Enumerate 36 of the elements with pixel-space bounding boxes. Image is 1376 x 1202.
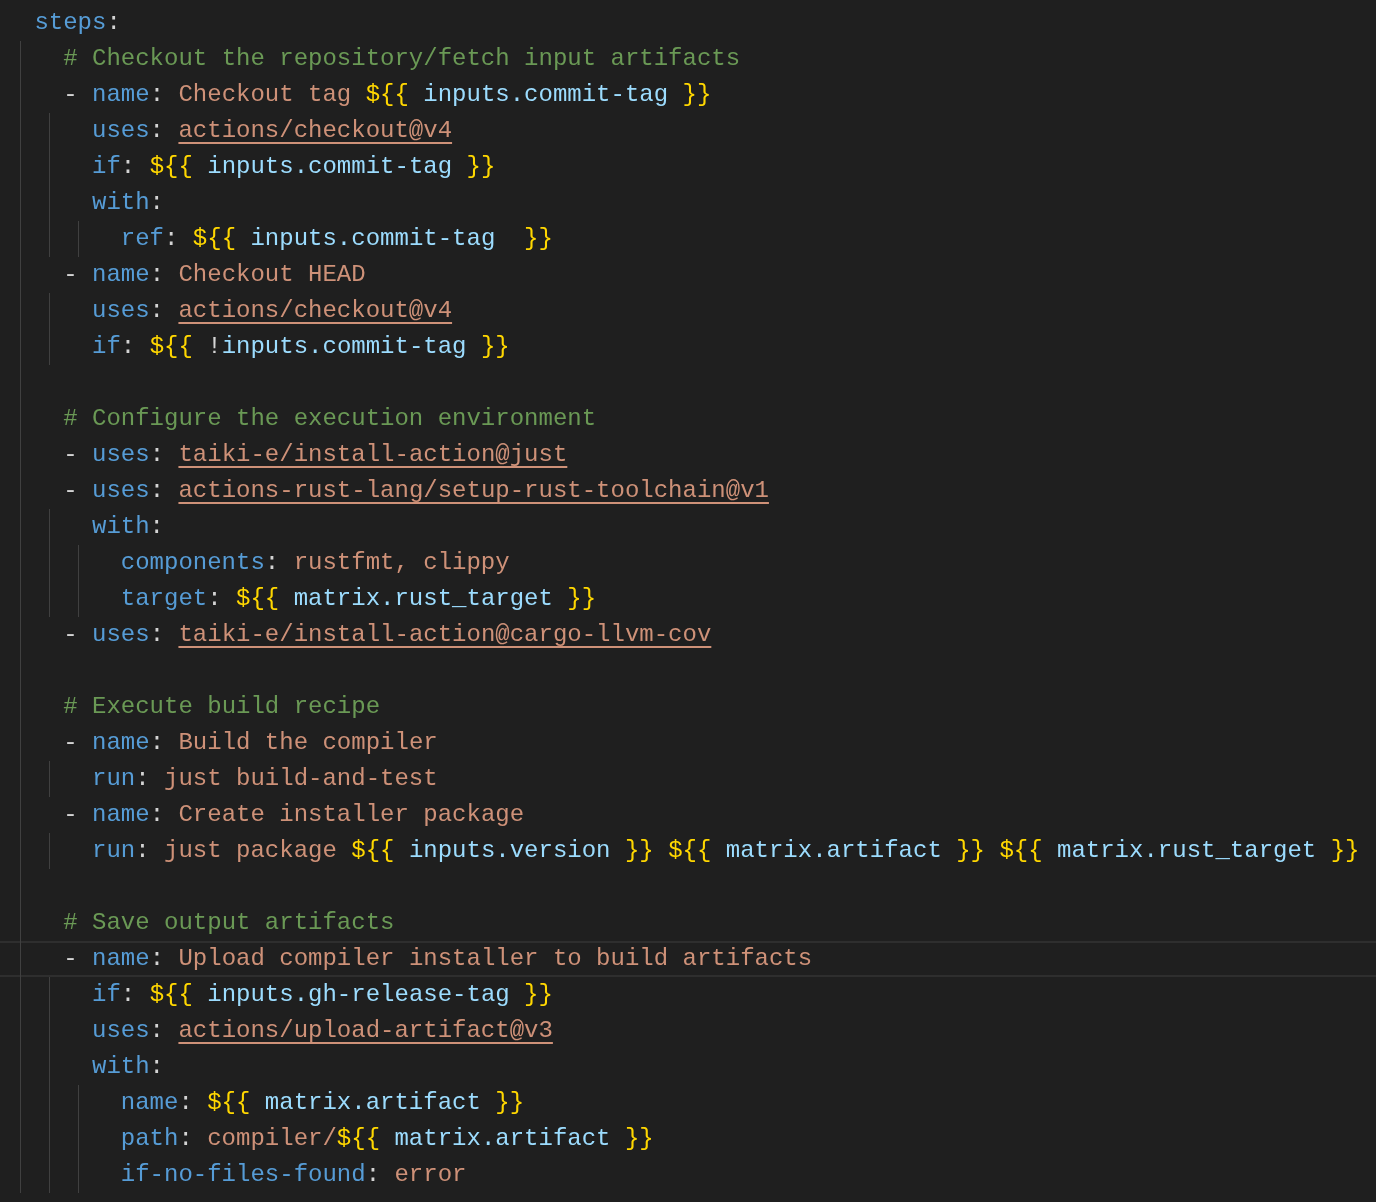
- code-line: name: ${{ matrix.artifact }}: [120, 1089, 525, 1116]
- link[interactable]: taiki-e/install-action@cargo-llvm-cov: [178, 621, 712, 648]
- code-line: run: just build-and-test: [92, 765, 438, 792]
- code-line: - name: Build the compiler: [63, 729, 438, 756]
- code-line: if: ${{ !inputs.commit-tag }}: [92, 333, 510, 360]
- code-line: - name: Checkout HEAD: [63, 261, 366, 288]
- code-line: - uses: taiki-e/install-action@cargo-llvm-cov: [63, 621, 712, 648]
- code-line: # Checkout the repository/fetch input artifacts: [63, 45, 741, 72]
- code-line: - uses: taiki-e/install-action@just: [63, 441, 568, 468]
- link[interactable]: actions-rust-lang/setup-rust-toolchain@v1: [178, 477, 769, 504]
- code-line: if: ${{ inputs.commit-tag }}: [92, 153, 496, 180]
- code-line: # Save output artifacts: [63, 909, 395, 936]
- code-line: uses: actions/checkout@v4: [92, 117, 453, 144]
- code-line: # Execute build recipe: [63, 693, 381, 720]
- code-line: - name: Create installer package: [63, 801, 525, 828]
- code-line: path: compiler/${{ matrix.artifact }}: [120, 1125, 654, 1152]
- code-line: ref: ${{ inputs.commit-tag }}: [120, 225, 553, 252]
- link[interactable]: actions/upload-artifact@v3: [178, 1017, 553, 1044]
- code-line: # Configure the execution environment: [63, 405, 597, 432]
- code-line: - name: Checkout tag ${{ inputs.commit-tag }}: [63, 81, 712, 108]
- code-line: - name: Upload compiler installer to build artifacts: [63, 945, 813, 972]
- link[interactable]: actions/checkout@v4: [178, 117, 453, 144]
- code-line: with:: [92, 513, 164, 540]
- code-line: target: ${{ matrix.rust_target }}: [120, 585, 597, 612]
- code-line: uses: actions/upload-artifact@v3: [92, 1017, 553, 1044]
- code-line: if-no-files-found: error: [120, 1161, 467, 1188]
- link[interactable]: taiki-e/install-action@just: [178, 441, 568, 468]
- code-line: run: just package ${{ inputs.version }} ${{ matrix.artifact }} ${{ matrix.rust_target }}: [92, 837, 1360, 864]
- code-line: - uses: actions-rust-lang/setup-rust-toolchain@v1: [63, 477, 769, 504]
- code-line: with:: [92, 1053, 164, 1080]
- code-line: steps:: [34, 9, 121, 36]
- code-line: components: rustfmt, clippy: [120, 549, 510, 576]
- code-line: if: ${{ inputs.gh-release-tag }}: [92, 981, 553, 1008]
- code-line: with:: [92, 189, 164, 216]
- code-line: uses: actions/checkout@v4: [92, 297, 453, 324]
- link[interactable]: actions/checkout@v4: [178, 297, 453, 324]
